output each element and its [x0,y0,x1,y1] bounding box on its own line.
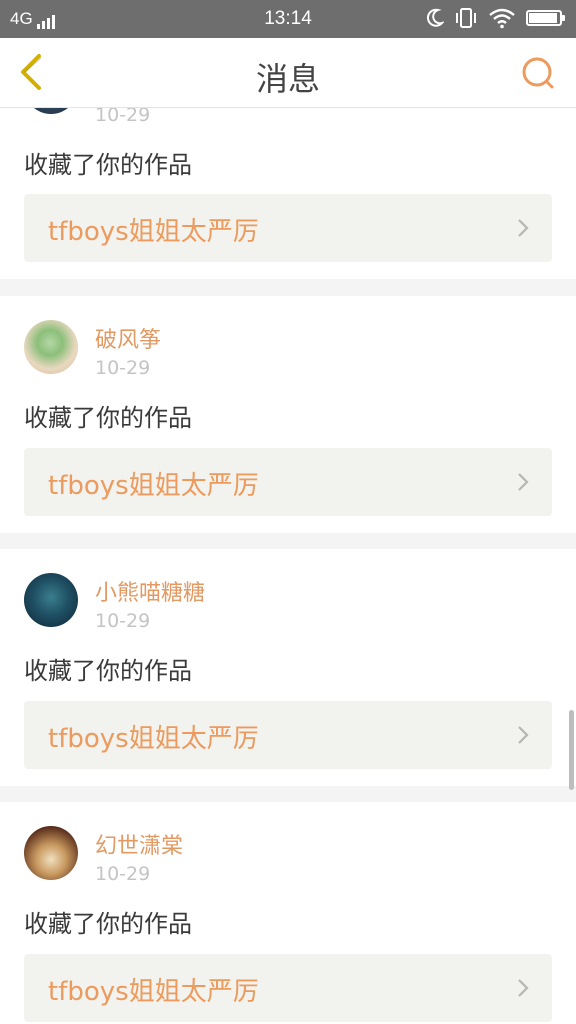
work-title: tfboys姐姐太严厉 [48,724,259,754]
battery-level [529,13,558,23]
username[interactable]: 幻世潇棠 [95,828,183,860]
work-title: tfboys姐姐太严厉 [48,217,259,247]
chevron-right-icon [518,726,529,744]
wifi-icon [489,8,515,29]
page-title: 消息 [255,60,320,98]
work-title: tfboys姐姐太严厉 [48,977,259,1007]
moon-icon [427,8,444,27]
status-icons [426,7,565,29]
message-date: 10-29 [95,357,151,379]
avatar[interactable] [24,320,78,374]
status-bar: 4G 13:14 [0,0,576,38]
work-link[interactable]: tfboys姐姐太严厉 [24,194,552,262]
work-link[interactable]: tfboys姐姐太严厉 [24,448,552,516]
message-date: 10-29 [95,108,151,126]
battery-icon [526,10,565,26]
work-link[interactable]: tfboys姐姐太严厉 [24,954,552,1022]
search-icon[interactable] [520,55,556,91]
work-title: tfboys姐姐太严厉 [48,471,259,501]
message-list: 10-29 收藏了你的作品 tfboys姐姐太严厉 破风筝 10-29 收藏了你… [0,108,576,1024]
message-date: 10-29 [95,610,151,632]
list-item: 幻世潇棠 10-29 收藏了你的作品 tfboys姐姐太严厉 [0,802,576,1024]
list-item: 小熊喵糖糖 10-29 收藏了你的作品 tfboys姐姐太严厉 [0,549,576,786]
avatar[interactable] [24,826,78,880]
chevron-right-icon [518,473,529,491]
chevron-right-icon [518,979,529,997]
work-link[interactable]: tfboys姐姐太严厉 [24,701,552,769]
vibrate-icon [456,8,476,28]
message-action: 收藏了你的作品 [24,910,192,938]
message-action: 收藏了你的作品 [24,657,192,685]
username[interactable]: 小熊喵糖糖 [95,575,205,607]
username[interactable]: 破风筝 [95,322,161,354]
message-action: 收藏了你的作品 [24,404,192,432]
nav-header: 消息 [0,38,576,108]
message-action: 收藏了你的作品 [24,151,192,179]
list-item: 10-29 收藏了你的作品 tfboys姐姐太严厉 [0,108,576,279]
avatar[interactable] [24,573,78,627]
scrollbar[interactable] [569,710,574,790]
chevron-right-icon [518,219,529,237]
list-item: 破风筝 10-29 收藏了你的作品 tfboys姐姐太严厉 [0,296,576,533]
message-date: 10-29 [95,863,151,885]
avatar[interactable] [24,108,78,114]
